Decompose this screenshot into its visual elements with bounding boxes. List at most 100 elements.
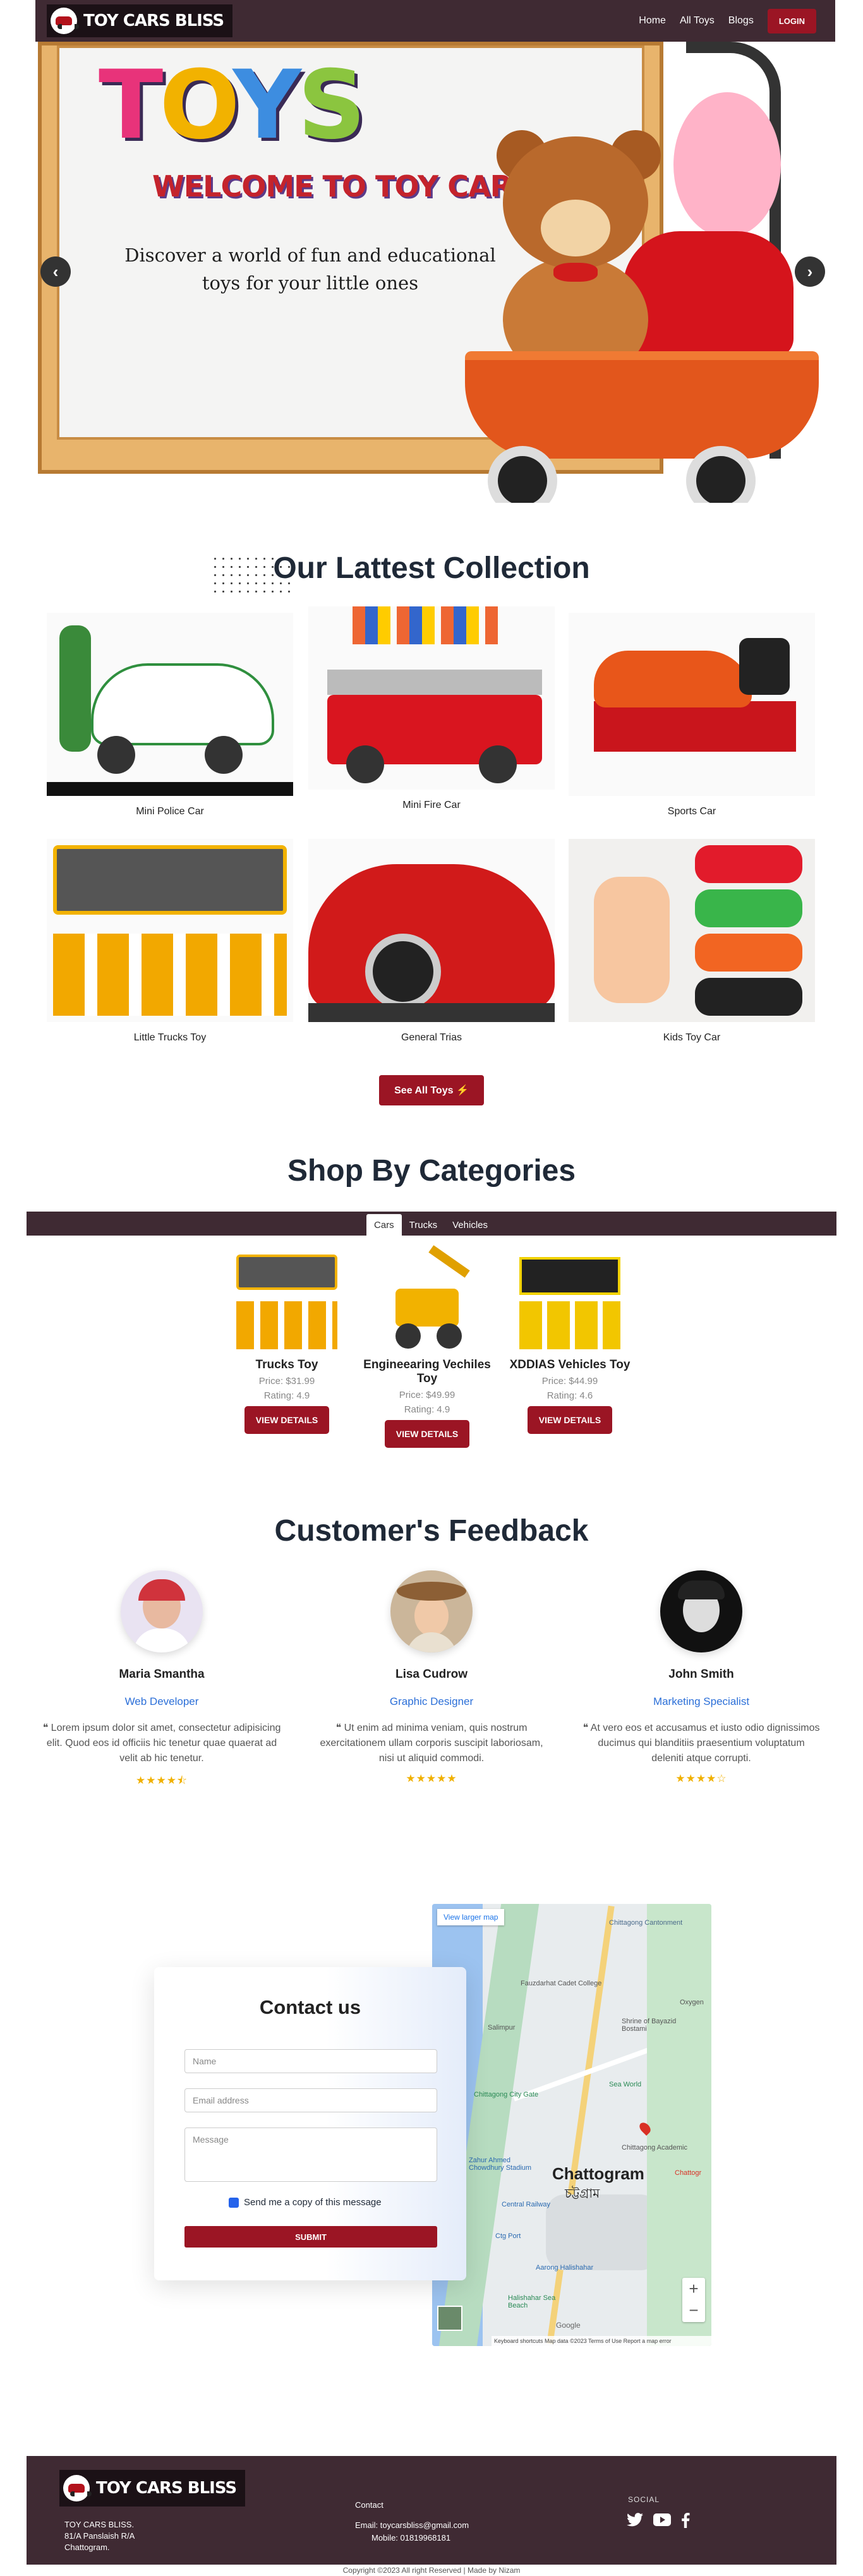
gallery-caption: Sports Car [667,806,716,817]
map-place-label: Ctg Port [495,2232,521,2240]
map-place-label: Chittagong Cantonment [609,1919,683,1927]
fire-car-image [308,606,555,790]
footer-brand-name: TOY CARS BLISS [96,2479,237,2498]
footer-social-title: SOCIAL [628,2495,660,2504]
carousel-prev-button[interactable]: ‹ [40,256,71,287]
hero-carousel: TOYS WELCOME TO TOY CARS BLISS! Discover… [35,42,835,503]
tab-vehicles[interactable]: Vehicles [445,1214,495,1236]
nav-link-all-toys[interactable]: All Toys [680,15,715,27]
hero-title-letter: Y [232,51,302,160]
tab-cars[interactable]: Cars [366,1214,402,1236]
map-place-label: Zahur Ahmed Chowdhury Stadium [469,2157,532,2172]
map-place-label: Fauzdarhat Cadet College [521,1980,602,1987]
gallery-item[interactable]: Kids Toy Car [569,839,815,1044]
youtube-icon[interactable] [653,2513,671,2527]
footer-mobile: Mobile: 01819968181 [371,2533,451,2543]
carousel-next-button[interactable]: › [795,256,825,287]
rating-stars: ★★★★☆ [675,1773,727,1785]
map-place-label: Shrine of Bayazid Bostami [622,2018,677,2033]
gallery-item[interactable]: General Trias [308,839,555,1044]
product-price: Price: $31.99 [258,1376,315,1387]
feedback-card: Maria Smantha Web Developer ❝ Lorem ipsu… [42,1570,282,1791]
product-price: Price: $44.99 [541,1376,598,1387]
reviewer-role: Web Developer [124,1695,199,1707]
gallery-item[interactable]: Sports Car [569,613,815,817]
view-details-button[interactable]: VIEW DETAILS [527,1406,613,1434]
gallery-item[interactable]: Mini Police Car [47,613,293,817]
police-car-image [47,613,293,796]
map-place-label: Halishahar Sea Beach [508,2294,556,2309]
nav-link-blogs[interactable]: Blogs [728,15,754,27]
trucks-toy-image [236,1251,337,1352]
feedback-title: Customer's Feedback [274,1514,589,1548]
page: { "nav": { "brand": "TOY CARS BLISS", "l… [0,0,863,2576]
map-place-label: Salimpur [488,2024,516,2031]
teddy-bear-image [490,130,661,383]
gallery-item[interactable]: Little Trucks Toy [47,839,293,1044]
reviewer-name: Maria Smantha [119,1668,205,1681]
map-place-label: Central Railway [502,2201,551,2208]
submit-button[interactable]: SUBMIT [184,2226,437,2248]
product-card: Trucks Toy Price: $31.99 Rating: 4.9 VIE… [217,1251,356,1434]
zoom-in-icon[interactable]: + [682,2278,705,2299]
reviewer-name: John Smith [668,1668,734,1681]
map-city-local-label: চট্টগ্রাম [565,2187,600,2201]
copy-checkbox-label: Send me a copy of this message [244,2197,382,2208]
email-field[interactable]: Email address [184,2088,437,2112]
map-place-label: Oxygen [680,1999,704,2006]
map-place-label: Chittagong Academic [622,2144,687,2152]
rating-stars: ★★★★★ [406,1773,457,1785]
view-larger-map-link[interactable]: View larger map [437,1909,505,1925]
footer-contact-title: Contact [355,2500,383,2510]
trucks-set-image [47,839,293,1022]
brand-logo[interactable]: TOY CARS BLISS [47,4,233,37]
xddias-vehicles-image [519,1251,620,1352]
map-city-label: Chattogram [552,2164,644,2183]
address-line: 81/A Panslaish R/A [64,2531,135,2541]
map-zoom-controls: + − [682,2278,705,2322]
checkbox-checked-icon[interactable] [229,2197,239,2208]
gallery-item[interactable]: Mini Fire Car [308,606,555,811]
facebook-icon[interactable] [681,2513,690,2528]
product-card: XDDIAS Vehicles Toy Price: $44.99 Rating… [500,1251,639,1434]
login-button[interactable]: LOGIN [767,8,816,33]
product-name: Trucks Toy [255,1358,318,1371]
google-logo: Google [556,2321,581,2330]
product-price: Price: $49.99 [399,1390,456,1400]
map-place-label: Chittagong City Gate [474,2091,539,2098]
location-map[interactable]: View larger map Chattogram চট্টগ্রাম Chi… [432,1904,711,2346]
tab-trucks[interactable]: Trucks [402,1214,445,1236]
review-text: ❝ At vero eos et accusamus et iusto odio… [582,1723,820,1764]
zoom-out-icon[interactable]: − [682,2299,705,2321]
map-place-label: Sea World [609,2081,642,2088]
gallery-caption: Little Trucks Toy [133,1032,207,1043]
brand-name: TOY CARS BLISS [83,11,224,30]
nav-link-home[interactable]: Home [639,15,666,27]
map-layer-toggle[interactable] [437,2306,462,2331]
avatar [390,1570,473,1652]
nav-menu: Home All Toys Blogs LOGIN [639,8,816,33]
twitter-icon[interactable] [627,2513,643,2527]
view-details-button[interactable]: VIEW DETAILS [384,1420,470,1448]
copy-checkbox-row[interactable]: Send me a copy of this message [229,2197,382,2208]
message-field[interactable]: Message [184,2128,437,2182]
reviewer-role: Marketing Specialist [653,1695,750,1707]
see-all-toys-button[interactable]: See All Toys ⚡ [379,1075,484,1105]
reviewer-role: Graphic Designer [389,1695,474,1707]
product-rating: Rating: 4.9 [263,1390,310,1401]
footer-brand-logo[interactable]: TOY CARS BLISS [59,2470,246,2507]
hero-toys-title: TOYS [99,51,366,160]
view-details-button[interactable]: VIEW DETAILS [244,1406,330,1434]
map-place-label: Aarong Halishahar [536,2264,594,2272]
footer: TOY CARS BLISS TOY CARS BLISS. 81/A Pans… [27,2456,836,2565]
gallery-caption: Mini Fire Car [402,800,461,810]
avatar [660,1570,742,1652]
hero-subtitle: Discover a world of fun and educational … [124,244,496,294]
name-field[interactable]: Name [184,2049,437,2073]
car-logo-icon [63,2475,92,2501]
address-line: Chattogram. [64,2543,110,2552]
product-name: XDDIAS Vehicles Toy [509,1358,631,1371]
address-line: TOY CARS BLISS. [64,2520,135,2529]
review-text: ❝ Ut enim ad minima veniam, quis nostrum… [320,1723,543,1764]
kids-toy-car-image [569,839,815,1022]
